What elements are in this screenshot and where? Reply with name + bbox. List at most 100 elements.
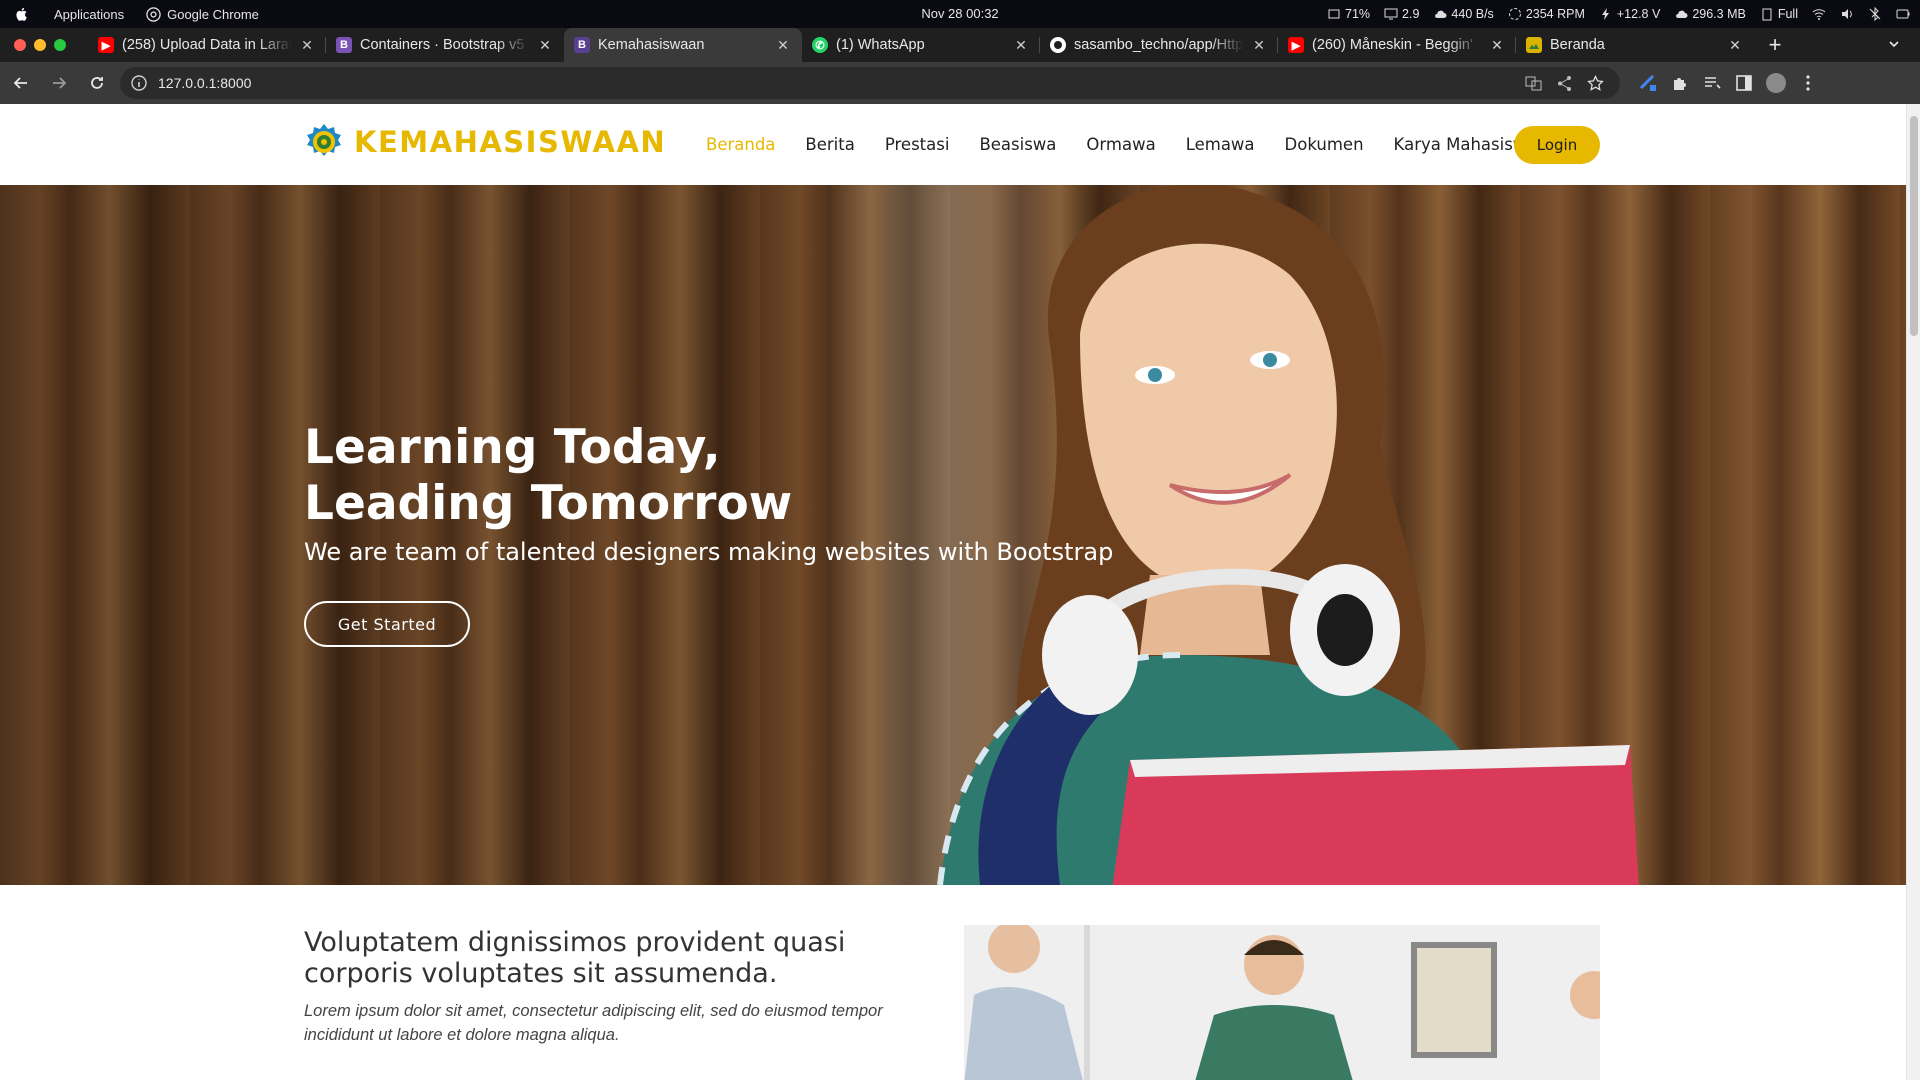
browser-tab[interactable]: Beranda ✕: [1516, 28, 1754, 62]
applications-menu[interactable]: Applications: [54, 7, 124, 22]
nav-item-berita[interactable]: Berita: [805, 135, 854, 154]
battery-stat: Full: [1760, 7, 1798, 21]
main-nav: Beranda Berita Prestasi Beasiswa Ormawa …: [706, 104, 1566, 185]
arrow-left-icon: [13, 77, 27, 89]
side-panel-icon[interactable]: [1734, 73, 1754, 93]
browser-tab-active[interactable]: B Kemahasiswaan ✕: [564, 28, 802, 62]
address-bar[interactable]: 127.0.0.1:8000: [120, 67, 1620, 99]
nav-item-dokumen[interactable]: Dokumen: [1285, 135, 1364, 154]
hero-title: Learning Today, Leading Tomorrow: [304, 420, 792, 532]
reload-icon: [91, 77, 103, 89]
profile-avatar[interactable]: [1766, 73, 1786, 93]
browser-tab[interactable]: ▶ (260) Måneskin - Beggin' ✕: [1278, 28, 1516, 62]
tab-title: sasambo_techno/app/Http: [1074, 37, 1244, 53]
minimize-window-button[interactable]: [34, 39, 46, 51]
bootstrap-icon: B: [336, 37, 352, 53]
whatsapp-icon: ✆: [812, 37, 828, 53]
puzzle-icon[interactable]: [1670, 73, 1690, 93]
university-emblem-icon: [307, 124, 341, 156]
tab-title: Beranda: [1550, 37, 1605, 53]
hero-title-line-2: Leading Tomorrow: [304, 476, 793, 531]
cloud-icon: [1676, 10, 1688, 18]
url-text: 127.0.0.1:8000: [158, 75, 252, 91]
tab-search-icon[interactable]: [1886, 36, 1902, 57]
close-tab-icon[interactable]: ✕: [1726, 37, 1744, 54]
clipboard-icon: [1762, 8, 1772, 21]
monitor-icon: [1384, 8, 1398, 20]
translate-icon[interactable]: [1525, 75, 1542, 92]
close-tab-icon[interactable]: ✕: [536, 37, 554, 54]
scrollbar-thumb[interactable]: [1910, 116, 1918, 336]
share-icon[interactable]: [1556, 75, 1573, 92]
more-vertical-icon[interactable]: [1798, 73, 1818, 93]
maximize-window-button[interactable]: [54, 39, 66, 51]
clock[interactable]: Nov 28 00:32: [921, 6, 998, 21]
tab-title: Kemahasiswaan: [598, 37, 705, 53]
tab-title: (258) Upload Data in Laravel: [122, 37, 292, 53]
browser-tab[interactable]: B Containers · Bootstrap v5 ✕: [326, 28, 564, 62]
cpu-icon: [1328, 9, 1340, 19]
browser-tab[interactable]: ▶ (258) Upload Data in Laravel ✕: [88, 28, 326, 62]
network-stat: 440 B/s: [1433, 7, 1494, 21]
os-top-bar: Applications Google Chrome Nov 28 00:32 …: [0, 0, 1920, 28]
back-button[interactable]: [4, 66, 38, 100]
close-tab-icon[interactable]: ✕: [298, 37, 316, 54]
bluetooth-off-icon[interactable]: [1868, 7, 1882, 21]
get-started-button[interactable]: Get Started: [304, 601, 470, 647]
info-icon[interactable]: [130, 74, 148, 92]
browser-toolbar: 127.0.0.1:8000: [0, 62, 1920, 104]
hero-student-photo: [937, 185, 1639, 885]
nav-item-beasiswa[interactable]: Beasiswa: [979, 135, 1056, 154]
site-header: KEMAHASISWAAN Beranda Berita Prestasi Be…: [0, 104, 1906, 185]
image-icon: [1526, 37, 1542, 53]
nav-item-beranda[interactable]: Beranda: [706, 135, 775, 154]
about-photo: [964, 925, 1600, 1080]
apple-icon[interactable]: [14, 6, 30, 22]
github-icon: [1050, 37, 1066, 53]
hero-title-line-1: Learning Today,: [304, 420, 721, 475]
browser-tab[interactable]: sasambo_techno/app/Http ✕: [1040, 28, 1278, 62]
memory-stat: 296.3 MB: [1674, 7, 1746, 21]
nav-item-lemawa[interactable]: Lemawa: [1186, 135, 1255, 154]
youtube-icon: ▶: [98, 37, 114, 53]
active-app-label: Google Chrome: [167, 6, 259, 22]
extension-translate-icon[interactable]: [1638, 73, 1658, 93]
active-app-menu[interactable]: Google Chrome: [146, 7, 259, 22]
brand-name: KEMAHASISWAAN: [354, 125, 667, 159]
hero-section: Learning Today, Leading Tomorrow We are …: [0, 185, 1906, 885]
tab-title: (1) WhatsApp: [836, 37, 925, 53]
chrome-icon: [146, 6, 161, 22]
close-tab-icon[interactable]: ✕: [1012, 37, 1030, 54]
page-scrollbar[interactable]: [1906, 104, 1920, 1080]
cpu-stat: 71%: [1327, 7, 1370, 21]
close-tab-icon[interactable]: ✕: [1488, 37, 1506, 54]
wifi-icon[interactable]: [1812, 7, 1826, 21]
volume-icon[interactable]: [1840, 7, 1854, 21]
site-logo[interactable]: KEMAHASISWAAN: [304, 122, 666, 162]
about-lead: Lorem ipsum dolor sit amet, consectetur …: [304, 1002, 883, 1044]
page-viewport: KEMAHASISWAAN Beranda Berita Prestasi Be…: [0, 104, 1906, 1080]
battery-icon[interactable]: [1896, 7, 1910, 21]
reading-list-icon[interactable]: [1702, 73, 1722, 93]
window-controls: [0, 39, 88, 51]
tab-title: Containers · Bootstrap v5: [360, 37, 525, 53]
close-window-button[interactable]: [14, 39, 26, 51]
bookmark-star-icon[interactable]: [1587, 74, 1604, 92]
login-button[interactable]: Login: [1514, 126, 1600, 164]
close-tab-icon[interactable]: ✕: [1250, 37, 1268, 54]
nav-item-prestasi[interactable]: Prestasi: [885, 135, 950, 154]
nav-item-ormawa[interactable]: Ormawa: [1086, 135, 1155, 154]
reload-button[interactable]: [80, 66, 114, 100]
close-tab-icon[interactable]: ✕: [774, 37, 792, 54]
tab-strip: ▶ (258) Upload Data in Laravel ✕ B Conta…: [0, 28, 1920, 62]
browser-tab[interactable]: ✆ (1) WhatsApp ✕: [802, 28, 1040, 62]
forward-button[interactable]: [42, 66, 76, 100]
cloud-icon: [1435, 10, 1447, 18]
new-tab-button[interactable]: +: [1760, 32, 1790, 58]
bolt-icon: [1601, 8, 1609, 20]
fan-stat: 2354 RPM: [1508, 7, 1585, 21]
fan-icon: [1508, 8, 1521, 20]
voltage-stat: +12.8 V: [1599, 7, 1660, 21]
arrow-right-icon: [53, 77, 67, 89]
tab-title: (260) Måneskin - Beggin': [1312, 37, 1473, 53]
